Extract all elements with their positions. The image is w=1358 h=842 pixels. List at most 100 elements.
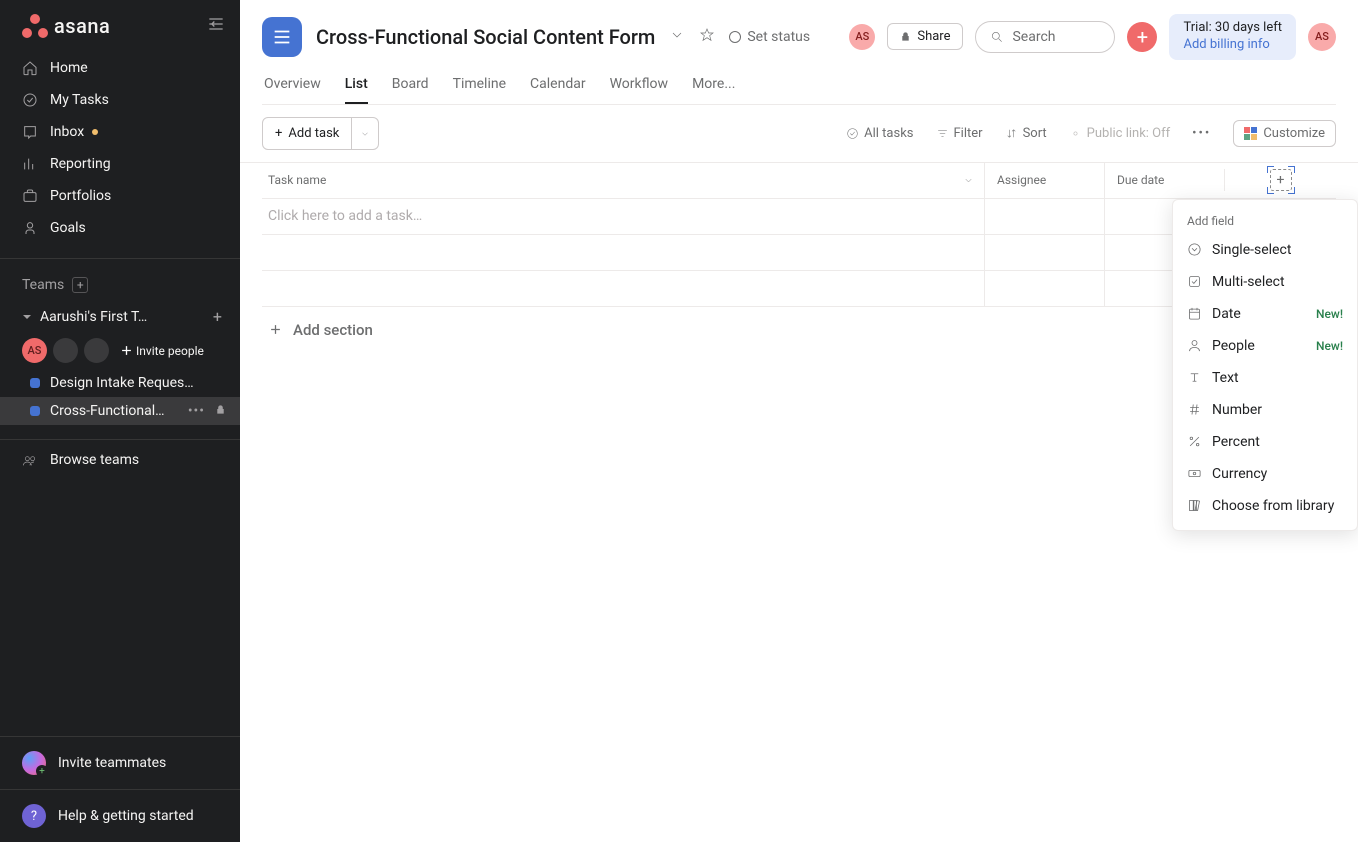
invite-teammates-label: Invite teammates — [58, 755, 166, 771]
field-currency[interactable]: Currency — [1173, 458, 1357, 490]
cell-assignee[interactable] — [984, 235, 1104, 270]
field-library-label: Choose from library — [1212, 498, 1334, 514]
add-team-button[interactable]: + — [72, 277, 88, 293]
project-dropdown-icon[interactable] — [669, 27, 685, 47]
project-item-design-intake[interactable]: Design Intake Reques… — [0, 369, 240, 397]
share-button[interactable]: Share — [887, 23, 963, 50]
sort-button[interactable]: Sort — [1005, 126, 1047, 141]
team-row[interactable]: Aarushi's First T… + — [0, 301, 240, 332]
invite-teammates-icon — [22, 751, 46, 775]
project-icon[interactable] — [262, 17, 302, 57]
field-date-label: Date — [1212, 306, 1241, 322]
tabs: Overview List Board Timeline Calendar Wo… — [262, 60, 1336, 105]
add-task-placeholder[interactable]: Click here to add a task… — [262, 208, 984, 224]
customize-button[interactable]: Customize — [1233, 120, 1336, 147]
set-status-button[interactable]: Set status — [729, 29, 810, 45]
field-date[interactable]: Date New! — [1173, 298, 1357, 330]
search-input[interactable]: Search — [975, 21, 1115, 53]
col-due-date-label: Due date — [1117, 173, 1164, 187]
field-currency-label: Currency — [1212, 466, 1267, 482]
help-button[interactable]: ? Help & getting started — [0, 789, 240, 842]
project-item-cross-functional[interactable]: Cross-Functional… ••• — [0, 397, 240, 425]
trial-line1: Trial: 30 days left — [1183, 20, 1282, 37]
cell-assignee[interactable] — [984, 199, 1104, 234]
nav-home[interactable]: Home — [0, 52, 240, 84]
nav-inbox[interactable]: Inbox — [0, 116, 240, 148]
field-text[interactable]: Text — [1173, 362, 1357, 394]
col-task-name-label: Task name — [268, 173, 326, 187]
public-link-button[interactable]: Public link: Off — [1069, 126, 1170, 141]
filter-button[interactable]: Filter — [936, 126, 983, 141]
field-text-label: Text — [1212, 370, 1239, 386]
nav-goals[interactable]: Goals — [0, 212, 240, 244]
collapse-sidebar-icon[interactable] — [206, 14, 226, 38]
project-title[interactable]: Cross-Functional Social Content Form — [316, 25, 655, 49]
browse-teams-button[interactable]: Browse teams — [0, 439, 240, 480]
tab-overview[interactable]: Overview — [264, 76, 321, 104]
all-tasks-button[interactable]: All tasks — [846, 126, 913, 141]
invite-teammates-button[interactable]: Invite teammates — [0, 737, 240, 789]
nav-my-tasks[interactable]: My Tasks — [0, 84, 240, 116]
quick-add-button[interactable]: + — [1127, 22, 1157, 52]
team-add-button[interactable]: + — [209, 307, 226, 326]
sidebar-bottom: Invite teammates ? Help & getting starte… — [0, 736, 240, 842]
project-more-icon[interactable]: ••• — [188, 403, 205, 419]
field-single-select-label: Single-select — [1212, 242, 1291, 258]
sidebar: asana Home My Tasks Inbox Reporting Port… — [0, 0, 240, 842]
field-library[interactable]: Choose from library — [1173, 490, 1357, 522]
trial-billing-link[interactable]: Add billing info — [1183, 37, 1282, 54]
tab-board[interactable]: Board — [392, 76, 429, 104]
profile-avatar[interactable]: AS — [1308, 23, 1336, 51]
nav-goals-label: Goals — [50, 220, 86, 236]
sort-label: Sort — [1023, 126, 1047, 141]
invite-people-button[interactable]: Invite people — [115, 344, 204, 358]
team-members: AS Invite people — [0, 332, 240, 369]
inbox-unread-dot — [92, 129, 98, 135]
trial-banner[interactable]: Trial: 30 days left Add billing info — [1169, 14, 1296, 60]
col-task-name[interactable]: Task name — [262, 173, 984, 187]
logo-text: asana — [54, 14, 110, 38]
nav-reporting[interactable]: Reporting — [0, 148, 240, 180]
tab-list[interactable]: List — [345, 76, 368, 104]
more-options-button[interactable]: ••• — [1192, 126, 1211, 141]
add-task-dropdown-button[interactable] — [352, 117, 379, 150]
new-badge: New! — [1316, 339, 1343, 353]
field-percent-label: Percent — [1212, 434, 1260, 450]
cell-assignee[interactable] — [984, 271, 1104, 306]
member-avatar[interactable]: AS — [849, 24, 875, 50]
star-icon[interactable] — [699, 27, 715, 47]
tab-calendar[interactable]: Calendar — [530, 76, 586, 104]
field-people-label: People — [1212, 338, 1255, 354]
field-multi-select[interactable]: Multi-select — [1173, 266, 1357, 298]
tab-timeline[interactable]: Timeline — [453, 76, 506, 104]
nav-portfolios-label: Portfolios — [50, 188, 111, 204]
field-percent[interactable]: Percent — [1173, 426, 1357, 458]
tab-more[interactable]: More... — [692, 76, 735, 104]
nav-inbox-label: Inbox — [50, 124, 84, 140]
project-label: Cross-Functional… — [50, 403, 178, 419]
add-task-button[interactable]: + Add task — [262, 117, 352, 150]
col-assignee-label: Assignee — [997, 173, 1046, 187]
field-number[interactable]: Number — [1173, 394, 1357, 426]
logo[interactable]: asana — [22, 14, 110, 38]
col-assignee[interactable]: Assignee — [984, 163, 1104, 198]
field-single-select[interactable]: Single-select — [1173, 234, 1357, 266]
add-task-label: Add task — [288, 126, 339, 141]
avatar-self[interactable]: AS — [22, 338, 47, 363]
tab-workflow[interactable]: Workflow — [610, 76, 669, 104]
nav-my-tasks-label: My Tasks — [50, 92, 109, 108]
popup-header: Add field — [1173, 208, 1357, 234]
col-due-date[interactable]: Due date — [1104, 163, 1224, 198]
help-label: Help & getting started — [58, 808, 194, 824]
filter-label: Filter — [954, 126, 983, 141]
add-field-popup: Add field Single-select Multi-select Dat… — [1172, 199, 1358, 531]
field-multi-select-label: Multi-select — [1212, 274, 1285, 290]
field-people[interactable]: People New! — [1173, 330, 1357, 362]
nav-reporting-label: Reporting — [50, 156, 111, 172]
nav-list: Home My Tasks Inbox Reporting Portfolios… — [0, 52, 240, 258]
project-color — [30, 378, 40, 388]
add-column-focus-ring — [1267, 166, 1295, 194]
chevron-down-icon[interactable] — [963, 175, 974, 186]
nav-portfolios[interactable]: Portfolios — [0, 180, 240, 212]
share-label: Share — [917, 29, 950, 44]
